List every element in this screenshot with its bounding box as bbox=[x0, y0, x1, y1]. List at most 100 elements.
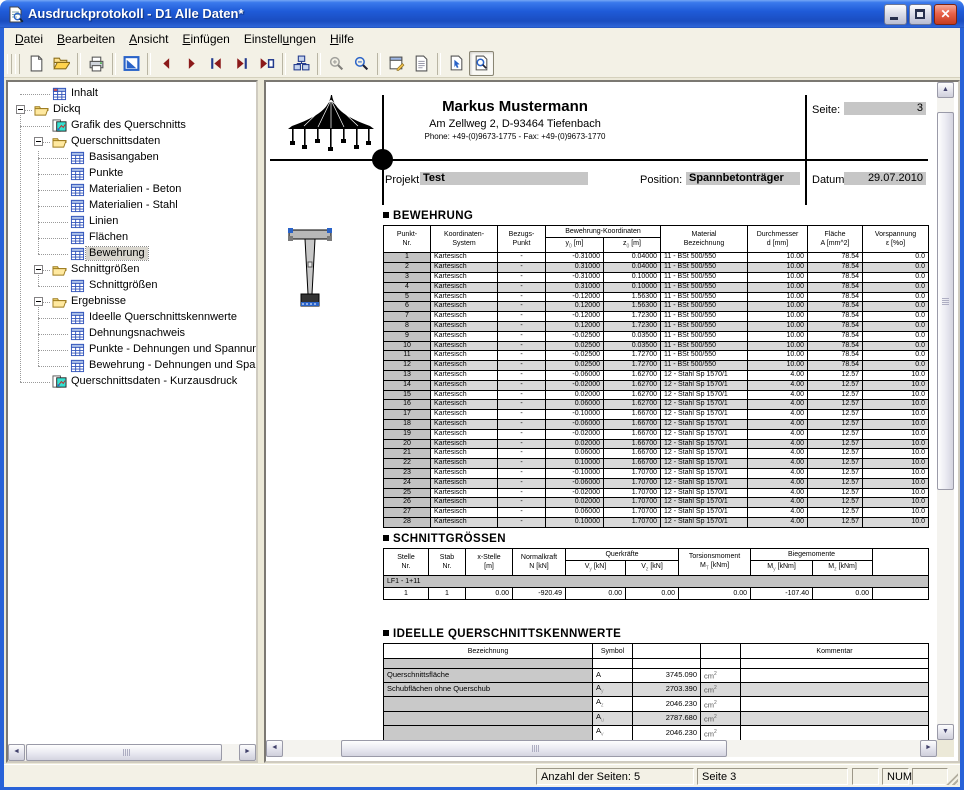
prev-page-button[interactable] bbox=[154, 51, 179, 76]
report-structure-button[interactable] bbox=[289, 51, 314, 76]
tree-item-schnittgrößen[interactable]: Schnittgrößen bbox=[8, 278, 256, 294]
tree-item-linien[interactable]: Linien bbox=[8, 214, 256, 230]
bewehrung-row: 3Kartesisch--0.310000.1000011 - BSt 500/… bbox=[384, 272, 929, 282]
select-mode-button[interactable] bbox=[444, 51, 469, 76]
scroll-left-button[interactable]: ◄ bbox=[266, 740, 283, 757]
section-heading-bewehrung: BEWEHRUNG bbox=[383, 210, 473, 222]
print-button[interactable] bbox=[84, 51, 109, 76]
tree-connector bbox=[20, 382, 50, 383]
tree-item-schnittgrößen[interactable]: Schnittgrößen bbox=[8, 262, 256, 278]
tree-item-flächen[interactable]: Flächen bbox=[8, 230, 256, 246]
tree-expander[interactable] bbox=[16, 105, 25, 114]
select-icon bbox=[448, 55, 465, 72]
preview-vscrollbar[interactable]: ▲ ▼ bbox=[937, 82, 954, 740]
table-icon bbox=[70, 247, 85, 261]
toolbar-grip2[interactable] bbox=[15, 54, 20, 74]
tree-item-querschnittsdaten-kurzausdruck[interactable]: Querschnittsdaten - Kurzausdruck bbox=[8, 374, 256, 390]
tree-item-bewehrung-dehnungen-und-spannungen[interactable]: Bewehrung - Dehnungen und Spannungen bbox=[8, 358, 256, 374]
preview-hscrollbar[interactable]: ◄ ► bbox=[266, 740, 937, 757]
menu-bearbeiten[interactable]: Bearbeiten bbox=[50, 30, 122, 48]
zoom-out-button[interactable] bbox=[349, 51, 374, 76]
open-button[interactable] bbox=[49, 51, 74, 76]
tree-item-label: Dehnungsnachweis bbox=[86, 327, 188, 340]
tree-item-grafik-des-querschnitts[interactable]: Grafik des Querschnitts bbox=[8, 118, 256, 134]
scroll-left-button[interactable]: ◄ bbox=[8, 744, 25, 761]
menu-ansicht[interactable]: Ansicht bbox=[122, 30, 175, 48]
tree-item-bewehrung[interactable]: Bewehrung bbox=[8, 246, 256, 262]
menu-einfgen[interactable]: Einfügen bbox=[175, 30, 236, 48]
tree-item-ergebnisse[interactable]: Ergebnisse bbox=[8, 294, 256, 310]
status-empty-2 bbox=[912, 768, 948, 785]
menu-hilfe[interactable]: Hilfe bbox=[323, 30, 361, 48]
scroll-right-button[interactable]: ► bbox=[239, 744, 256, 761]
maximize-button[interactable] bbox=[909, 4, 932, 25]
tree-hscrollbar-thumb[interactable] bbox=[26, 744, 222, 761]
kennwert-row: Au2787.680cm2 bbox=[384, 711, 929, 726]
toolbar-grip[interactable] bbox=[7, 54, 12, 74]
position-label: Position: bbox=[640, 174, 682, 186]
status-pages: Anzahl der Seiten: 5 bbox=[536, 768, 694, 785]
col-bewehrungskoordinaten: Bewehrung-Koordinaten bbox=[546, 226, 661, 238]
bewehrung-row: 4Kartesisch-0.310000.1000011 - BSt 500/5… bbox=[384, 282, 929, 292]
tree-expander[interactable] bbox=[34, 265, 43, 274]
tree-item-punkte-dehnungen-und-spannungen[interactable]: Punkte - Dehnungen und Spannungen bbox=[8, 342, 256, 358]
scroll-down-button[interactable]: ▼ bbox=[937, 724, 954, 740]
preview-hscrollbar-thumb[interactable] bbox=[341, 740, 727, 757]
col-einheit bbox=[701, 644, 741, 659]
tree-item-materialien-stahl[interactable]: Materialien - Stahl bbox=[8, 198, 256, 214]
window-frame-left bbox=[0, 28, 4, 790]
tree-expander[interactable] bbox=[34, 297, 43, 306]
tree-item-inhalt[interactable]: Inhalt bbox=[8, 86, 256, 102]
bewehrung-row: 25Kartesisch--0.020001.7070012 - Stahl S… bbox=[384, 488, 929, 498]
scroll-up-button[interactable]: ▲ bbox=[937, 82, 954, 98]
graphic-view-button[interactable] bbox=[119, 51, 144, 76]
next-page-button[interactable] bbox=[179, 51, 204, 76]
tree-connector bbox=[38, 158, 68, 159]
title-bar[interactable]: Ausdruckprotokoll - D1 Alle Daten* ✕ bbox=[0, 0, 964, 28]
seite-label: Seite: bbox=[812, 104, 840, 116]
table-icon bbox=[70, 231, 85, 245]
col-querkraefte: Querkräfte bbox=[566, 549, 679, 561]
tree-item-label: Bewehrung - Dehnungen und Spannungen bbox=[86, 359, 256, 372]
bewehrung-row: 1Kartesisch--0.310000.0400011 - BSt 500/… bbox=[384, 253, 929, 263]
zoomin-icon bbox=[328, 55, 345, 72]
tree-item-punkte[interactable]: Punkte bbox=[8, 166, 256, 182]
bewehrung-row: 23Kartesisch--0.100001.7070012 - Stahl S… bbox=[384, 468, 929, 478]
tree-item-materialien-beton[interactable]: Materialien - Beton bbox=[8, 182, 256, 198]
close-button[interactable]: ✕ bbox=[934, 4, 957, 25]
end-page-button[interactable] bbox=[254, 51, 279, 76]
first-page-button[interactable] bbox=[204, 51, 229, 76]
col-empty bbox=[873, 549, 929, 576]
bewehrung-table: Punkt-Nr. Koordinaten-System Bezugs-Punk… bbox=[383, 225, 929, 528]
tree-expander[interactable] bbox=[34, 137, 43, 146]
properties-button[interactable] bbox=[384, 51, 409, 76]
toolbar-separator bbox=[317, 53, 321, 75]
tree-connector bbox=[38, 286, 68, 287]
tree-connector bbox=[20, 126, 50, 127]
preview-vscrollbar-thumb[interactable] bbox=[937, 112, 954, 490]
new-button[interactable] bbox=[24, 51, 49, 76]
tree-item-basisangaben[interactable]: Basisangaben bbox=[8, 150, 256, 166]
zoom-mode-button[interactable] bbox=[469, 51, 494, 76]
zoom-in-button[interactable] bbox=[324, 51, 349, 76]
menu-datei[interactable]: Datei bbox=[8, 30, 50, 48]
graphic-icon bbox=[52, 375, 67, 389]
tree-item-label: Grafik des Querschnitts bbox=[68, 119, 189, 132]
tree-item-querschnittsdaten[interactable]: Querschnittsdaten bbox=[8, 134, 256, 150]
tree-hscrollbar[interactable]: ◄ ► bbox=[8, 744, 256, 761]
menu-einstellungen[interactable]: Einstellungen bbox=[237, 30, 323, 48]
datum-value: 29.07.2010 bbox=[844, 172, 926, 185]
minimize-button[interactable] bbox=[884, 4, 907, 25]
tree-item-dehnungsnachweis[interactable]: Dehnungsnachweis bbox=[8, 326, 256, 342]
scroll-right-button[interactable]: ► bbox=[920, 740, 937, 757]
last-page-button[interactable] bbox=[229, 51, 254, 76]
col-vorspannung: Vorspannungε [%o] bbox=[863, 226, 929, 253]
header-rule bbox=[270, 159, 928, 161]
tree-item-label: Materialien - Beton bbox=[86, 183, 184, 196]
col-punkt: Punkt-Nr. bbox=[384, 226, 431, 253]
col-kommentar: Kommentar bbox=[741, 644, 929, 659]
bewehrung-row: 21Kartesisch-0.060001.6670012 - Stahl Sp… bbox=[384, 449, 929, 459]
tree-item-dickq[interactable]: Dickq bbox=[8, 102, 256, 118]
page-setup-button[interactable] bbox=[409, 51, 434, 76]
tree-item-ideelle-querschnittskennwerte[interactable]: Ideelle Querschnittskennwerte bbox=[8, 310, 256, 326]
